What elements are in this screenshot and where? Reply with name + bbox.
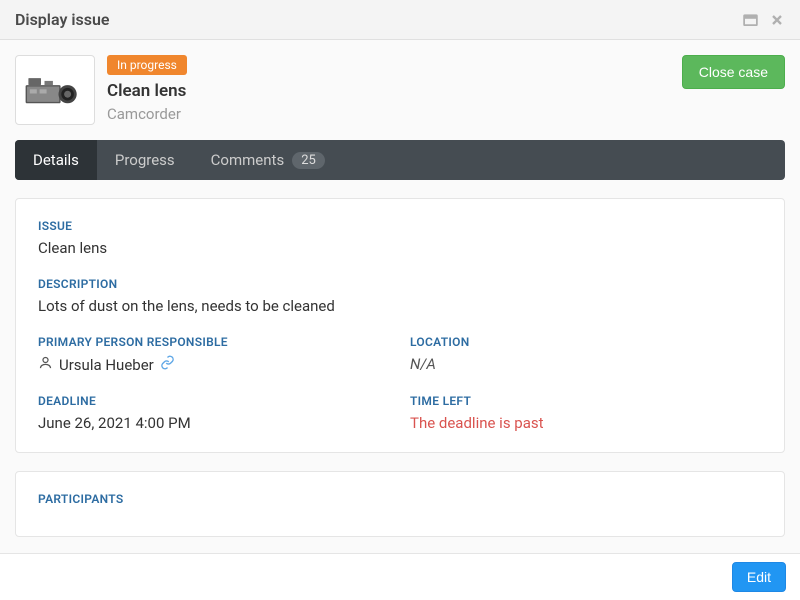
close-icon[interactable] [769,12,785,28]
comments-count-badge: 25 [292,152,325,169]
content-area: In progress Clean lens Camcorder Close c… [0,40,800,552]
deadline-label: DEADLINE [38,394,390,408]
location-value: N/A [410,355,762,373]
primary-person-label: PRIMARY PERSON RESPONSIBLE [38,335,390,349]
location-label: LOCATION [410,335,762,349]
close-case-button[interactable]: Close case [682,55,785,89]
timeleft-value: The deadline is past [410,414,762,432]
description-field-value: Lots of dust on the lens, needs to be cl… [38,297,762,315]
issue-meta: In progress Clean lens Camcorder [107,55,670,123]
status-badge: In progress [107,55,187,75]
two-col-row-2: DEADLINE June 26, 2021 4:00 PM TIME LEFT… [38,394,762,432]
link-icon[interactable] [160,355,175,374]
tab-details[interactable]: Details [15,140,97,180]
participants-panel: PARTICIPANTS [15,471,785,537]
tab-label: Details [33,151,79,169]
tab-bar: Details Progress Comments 25 [15,140,785,180]
tab-progress[interactable]: Progress [97,140,193,180]
issue-thumbnail[interactable] [15,55,95,125]
description-field-label: DESCRIPTION [38,277,762,291]
tab-label: Comments [211,151,285,169]
tab-label: Progress [115,151,175,169]
footer: Edit [0,553,800,600]
tab-comments[interactable]: Comments 25 [193,140,343,180]
issue-field-value: Clean lens [38,239,762,257]
person-icon [38,355,53,374]
camcorder-icon [20,65,90,115]
header-actions [742,11,785,28]
details-panel: ISSUE Clean lens DESCRIPTION Lots of dus… [15,198,785,453]
col-right: LOCATION N/A [410,335,762,394]
issue-field-label: ISSUE [38,219,762,233]
issue-category: Camcorder [107,105,670,123]
col-left: PRIMARY PERSON RESPONSIBLE Ursula Hueber [38,335,390,394]
dialog-header: Display issue [0,0,800,40]
edit-button[interactable]: Edit [732,562,786,592]
issue-header: In progress Clean lens Camcorder Close c… [15,55,785,140]
dialog-title: Display issue [15,10,110,29]
issue-title: Clean lens [107,81,670,101]
person-name: Ursula Hueber [59,356,154,374]
col-left: DEADLINE June 26, 2021 4:00 PM [38,394,390,432]
primary-person-value: Ursula Hueber [38,355,390,374]
deadline-value: June 26, 2021 4:00 PM [38,414,390,432]
col-right: TIME LEFT The deadline is past [410,394,762,432]
participants-label: PARTICIPANTS [38,492,762,506]
timeleft-label: TIME LEFT [410,394,762,408]
two-col-row-1: PRIMARY PERSON RESPONSIBLE Ursula Hueber… [38,335,762,394]
minimize-icon[interactable] [742,11,759,28]
